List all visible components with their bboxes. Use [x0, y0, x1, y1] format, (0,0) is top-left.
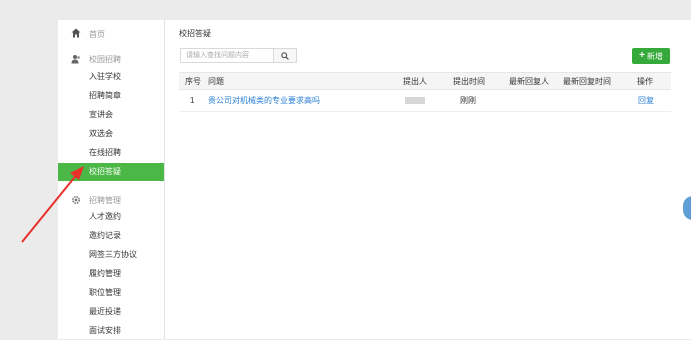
sidebar-item-brochure[interactable]: 招聘简章 — [58, 87, 164, 105]
sidebar-group-campus-label: 校园招聘 — [89, 55, 121, 64]
sidebar-group-campus[interactable]: 校园招聘 — [58, 51, 164, 67]
sidebar-home-label: 首页 — [89, 30, 105, 39]
col-header-question: 问题 — [208, 77, 224, 86]
col-header-asker: 提出人 — [403, 77, 427, 86]
row-time: 刚刚 — [460, 96, 476, 105]
col-header-no: 序号 — [185, 77, 201, 86]
row-reply-link[interactable]: 回复 — [638, 90, 654, 112]
plus-icon: + — [639, 50, 645, 61]
sidebar-item-contract[interactable]: 履约管理 — [58, 265, 164, 283]
search-box — [180, 48, 297, 63]
row-asker-redacted — [405, 90, 425, 112]
users-icon — [71, 55, 80, 64]
table-row: 1 贵公司对机械类的专业要求高吗 刚刚 回复 — [179, 90, 671, 112]
add-button-label: 新增 — [646, 51, 663, 61]
sidebar-item-talent-invite[interactable]: 人才邀约 — [58, 208, 164, 226]
sidebar-item-interview[interactable]: 面试安排 — [58, 322, 164, 340]
row-question-link[interactable]: 贵公司对机械类的专业要求高吗 — [208, 90, 320, 112]
page-title: 校招答疑 — [179, 29, 211, 38]
search-icon — [281, 51, 289, 60]
sidebar-item-schools[interactable]: 入驻学校 — [58, 68, 164, 86]
sidebar-item-qa[interactable]: 校招答疑 — [58, 163, 164, 181]
search-input[interactable] — [181, 49, 276, 62]
sidebar-item-positions[interactable]: 职位管理 — [58, 284, 164, 302]
sidebar-group-recruit-mgmt-label: 招聘管理 — [89, 196, 121, 205]
sidebar-item-presentation[interactable]: 宣讲会 — [58, 106, 164, 124]
main-panel: 校招答疑 + 新增 序号 问题 提出人 提出时间 最新回复人 最新回复时间 操作… — [165, 20, 691, 339]
sidebar-item-online-recruit[interactable]: 在线招聘 — [58, 144, 164, 162]
sidebar-item-invite-records[interactable]: 邀约记录 — [58, 227, 164, 245]
col-header-action: 操作 — [637, 77, 653, 86]
col-header-last-reply-time: 最新回复时间 — [563, 77, 611, 86]
table-header: 序号 问题 提出人 提出时间 最新回复人 最新回复时间 操作 — [179, 72, 671, 90]
sidebar-item-recent-deliveries[interactable]: 最近投递 — [58, 303, 164, 321]
col-header-last-replier: 最新回复人 — [509, 77, 549, 86]
add-button[interactable]: + 新增 — [632, 48, 670, 64]
sidebar-item-home[interactable]: 首页 — [58, 26, 164, 42]
home-icon — [71, 28, 81, 38]
col-header-time: 提出时间 — [453, 77, 485, 86]
sidebar-item-job-fair[interactable]: 双选会 — [58, 125, 164, 143]
sidebar: 首页 校园招聘 入驻学校 招聘简章 宣讲会 双选会 在线招聘 校招答疑 招聘管理… — [58, 20, 165, 339]
row-no: 1 — [190, 96, 195, 105]
gear-icon — [71, 195, 81, 205]
sidebar-group-recruit-mgmt[interactable]: 招聘管理 — [58, 192, 164, 208]
search-button[interactable] — [273, 49, 296, 62]
sidebar-item-tripartite[interactable]: 网签三方协议 — [58, 246, 164, 264]
